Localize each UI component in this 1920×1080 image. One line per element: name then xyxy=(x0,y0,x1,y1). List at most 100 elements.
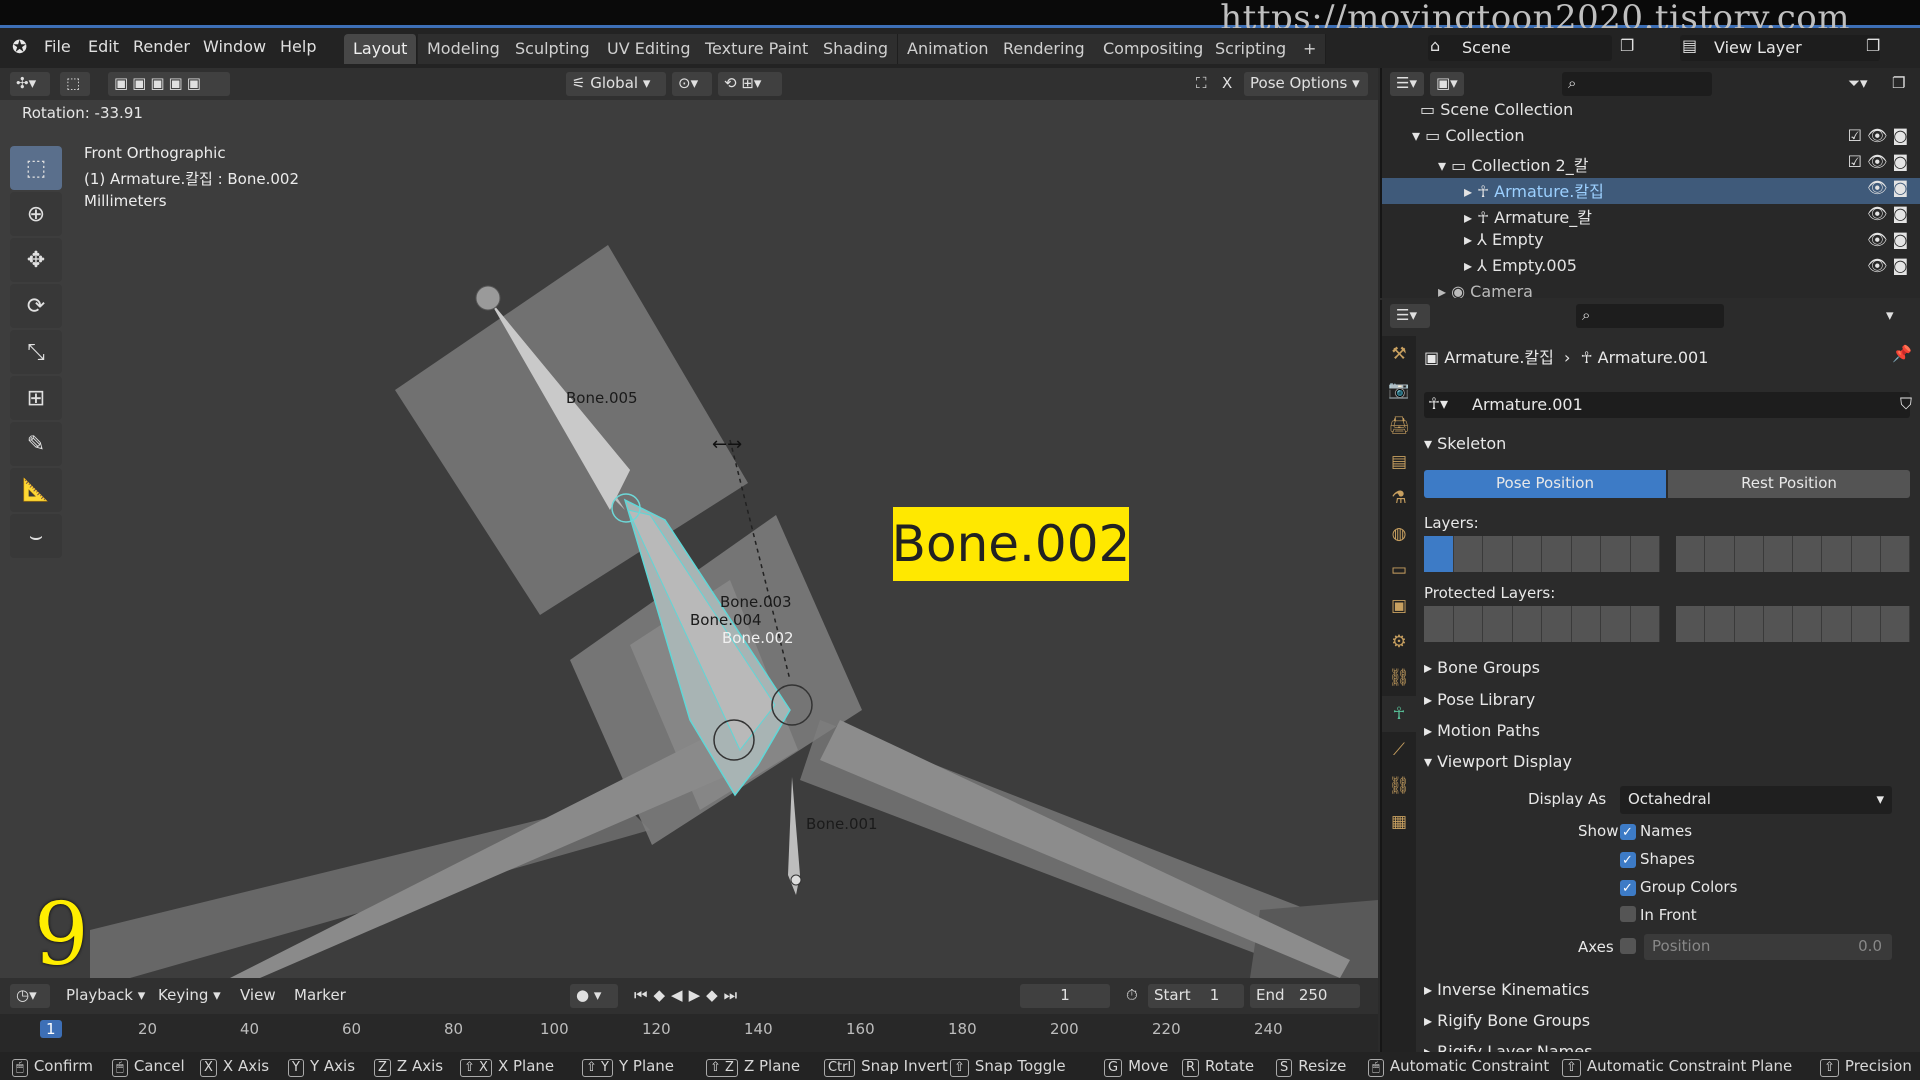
bone-tab-icon[interactable]: ⟋ xyxy=(1382,732,1416,768)
new-scene-icon[interactable]: ❐ xyxy=(1620,36,1634,55)
group-colors-checkbox[interactable]: Group Colors xyxy=(1620,878,1737,896)
panel-motion-paths[interactable]: ▸ Motion Paths xyxy=(1424,721,1540,740)
tab-uv-editing[interactable]: UV Editing xyxy=(598,34,701,64)
timeline-menu-keying[interactable]: Keying ▾ xyxy=(152,984,227,1008)
properties-editor-icon[interactable]: ☰▾ xyxy=(1390,304,1430,328)
row-visibility-icons[interactable]: 👁 ◙ xyxy=(1867,204,1908,223)
armature-data-tab-icon[interactable]: ☥ xyxy=(1382,696,1416,732)
row-visibility-icons[interactable]: 👁 ◙ xyxy=(1867,230,1908,249)
protected-layers-grid-right[interactable] xyxy=(1676,606,1910,642)
view-layer-selector[interactable]: View Layer xyxy=(1680,35,1880,61)
tab-shading[interactable]: Shading xyxy=(814,34,898,64)
outliner-search-input[interactable]: ⌕ xyxy=(1562,72,1712,96)
outliner-row-armature-sword[interactable]: ▸ ☥ Armature_칼 👁 ◙ xyxy=(1382,204,1920,230)
menu-window[interactable]: Window xyxy=(203,37,266,56)
layers-grid-left[interactable] xyxy=(1424,536,1660,572)
panel-bone-groups[interactable]: ▸ Bone Groups xyxy=(1424,658,1540,677)
blender-logo-icon[interactable]: ✪ xyxy=(12,37,27,58)
row-visibility-icons[interactable]: ☑ 👁 ◙ xyxy=(1848,126,1908,145)
row-visibility-icons[interactable]: 👁 ◙ xyxy=(1867,178,1908,197)
tab-compositing[interactable]: Compositing xyxy=(1094,34,1214,64)
display-as-dropdown[interactable]: Octahedral ▾ xyxy=(1620,786,1892,814)
timeline-editor-icon[interactable]: ◷▾ xyxy=(10,984,50,1008)
bone-constraints-tab-icon[interactable]: ⛓ xyxy=(1382,768,1416,804)
axes-position-field[interactable]: Position 0.0 xyxy=(1644,934,1892,960)
properties-options-icon[interactable]: ▾ xyxy=(1880,304,1904,328)
panel-pose-library[interactable]: ▸ Pose Library xyxy=(1424,690,1535,709)
scene-tab-icon[interactable]: ⚗ xyxy=(1382,480,1416,516)
menu-help[interactable]: Help xyxy=(280,37,316,56)
modifiers-tab-icon[interactable]: ⚙ xyxy=(1382,624,1416,660)
timeline-menu-marker[interactable]: Marker xyxy=(288,984,352,1008)
outliner-row-armature-sheath[interactable]: ▸ ☥ Armature.칼집 👁 ◙ xyxy=(1382,178,1920,204)
object-tab-icon[interactable]: ▣ xyxy=(1382,588,1416,624)
snap-icon[interactable]: ⟲ ⊞▾ xyxy=(718,72,782,96)
row-visibility-icons[interactable]: 👁 ◙ xyxy=(1867,256,1908,275)
timeline-menu-playback[interactable]: Playback ▾ xyxy=(60,984,151,1008)
menu-file[interactable]: File xyxy=(44,37,71,56)
output-tab-icon[interactable]: 🖨 xyxy=(1382,408,1416,444)
outliner-row-collection-2[interactable]: ▾ ▭ Collection 2_칼 ☑ 👁 ◙ xyxy=(1382,152,1920,178)
pose-options-dropdown[interactable]: Pose Options ▾ xyxy=(1244,72,1368,96)
tab-sculpting[interactable]: Sculpting xyxy=(506,34,600,64)
outliner-row-empty[interactable]: ▸ ⅄ Empty 👁 ◙ xyxy=(1382,230,1920,256)
3d-viewport[interactable]: ←→ Bone.005 Bone.003 Bone.004 Bone.002 B… xyxy=(0,100,1378,978)
collection-tab-icon[interactable]: ▭ xyxy=(1382,552,1416,588)
display-mode-icon[interactable]: ▣▾ xyxy=(1430,72,1464,96)
playback-controls[interactable]: ⏮◆◀▶◆⏭ xyxy=(628,984,780,1008)
record-button[interactable]: ● ▾ xyxy=(570,984,618,1008)
select-mode-icon[interactable]: ⬚ xyxy=(60,72,90,96)
axes-checkbox[interactable] xyxy=(1620,938,1640,956)
in-front-checkbox[interactable]: In Front xyxy=(1620,906,1697,924)
measure-icon[interactable]: 📐 xyxy=(10,468,62,512)
row-visibility-icons[interactable]: ☑ 👁 ◙ xyxy=(1848,152,1908,171)
panel-rigify-bone-groups[interactable]: ▸ Rigify Bone Groups xyxy=(1424,1011,1590,1030)
selection-modes[interactable]: ▣▣▣▣▣ xyxy=(108,72,230,96)
mirror-x-label[interactable]: X xyxy=(1216,72,1236,96)
annotate-icon[interactable]: ✎ xyxy=(10,422,62,466)
tab-rendering[interactable]: Rendering xyxy=(994,34,1095,64)
editor-type-icon[interactable]: ✣▾ xyxy=(10,72,50,96)
panel-viewport-display[interactable]: ▾ Viewport Display xyxy=(1424,752,1572,771)
transform-icon[interactable]: ⊞ xyxy=(10,376,62,420)
new-view-layer-icon[interactable]: ❐ xyxy=(1866,36,1880,55)
outliner-row-camera[interactable]: ▸ ◉ Camera xyxy=(1382,282,1920,298)
filter-icon[interactable]: ⏷▾ xyxy=(1842,72,1876,96)
outliner-row-collection[interactable]: ▾ ▭ Collection ☑ 👁 ◙ xyxy=(1382,126,1920,152)
world-tab-icon[interactable]: ◍ xyxy=(1382,516,1416,552)
outliner-editor-icon[interactable]: ☰▾ xyxy=(1390,72,1424,96)
current-frame-field[interactable]: 1 xyxy=(1020,984,1110,1008)
rotate-icon[interactable]: ⟳ xyxy=(10,284,62,328)
shapes-checkbox[interactable]: Shapes xyxy=(1620,850,1695,868)
move-icon[interactable]: ✥ xyxy=(10,238,62,282)
scale-icon[interactable]: ⤡ xyxy=(10,330,62,374)
pivot-point-icon[interactable]: ⊙▾ xyxy=(672,72,712,96)
add-workspace-button[interactable]: + xyxy=(1294,34,1327,64)
panel-rigify-layer-names[interactable]: ▸ Rigify Layer Names xyxy=(1424,1042,1592,1052)
frame-indicator[interactable]: 1 xyxy=(40,1020,62,1038)
start-frame-field[interactable]: Start 1 xyxy=(1148,984,1244,1008)
new-collection-icon[interactable]: ❐ xyxy=(1886,72,1910,96)
pose-position-button[interactable]: Pose Position xyxy=(1424,470,1666,498)
pin-icon[interactable]: 📌 xyxy=(1892,344,1912,363)
outliner-row-scene-collection[interactable]: ▭ Scene Collection xyxy=(1382,100,1920,126)
menu-edit[interactable]: Edit xyxy=(88,37,119,56)
scene-selector[interactable]: Scene xyxy=(1428,35,1612,61)
outliner-row-empty-005[interactable]: ▸ ⅄ Empty.005 👁 ◙ xyxy=(1382,256,1920,282)
timeline-menu-view[interactable]: View xyxy=(234,984,282,1008)
properties-search-input[interactable]: ⌕ xyxy=(1576,304,1724,328)
tab-texture-paint[interactable]: Texture Paint xyxy=(696,34,819,64)
constraints-tab-icon[interactable]: ⛓ xyxy=(1382,660,1416,696)
armature-data-name-field[interactable]: Armature.001 xyxy=(1424,392,1910,418)
render-tab-icon[interactable]: 📷 xyxy=(1382,372,1416,408)
view-layer-tab-icon[interactable]: ▤ xyxy=(1382,444,1416,480)
tab-modeling[interactable]: Modeling xyxy=(418,34,510,64)
fake-user-shield-icon[interactable]: ⛉ xyxy=(1900,394,1912,414)
tab-animation[interactable]: Animation xyxy=(898,34,999,64)
texture-tab-icon[interactable]: ▦ xyxy=(1382,804,1416,840)
names-checkbox[interactable]: Names xyxy=(1620,822,1692,840)
stopwatch-icon[interactable]: ⏱ xyxy=(1120,984,1144,1008)
layer-active-dot[interactable] xyxy=(1424,536,1454,572)
layers-grid-right[interactable] xyxy=(1676,536,1910,572)
transform-orientation-dropdown[interactable]: ⚟ Global ▾ xyxy=(566,72,666,96)
